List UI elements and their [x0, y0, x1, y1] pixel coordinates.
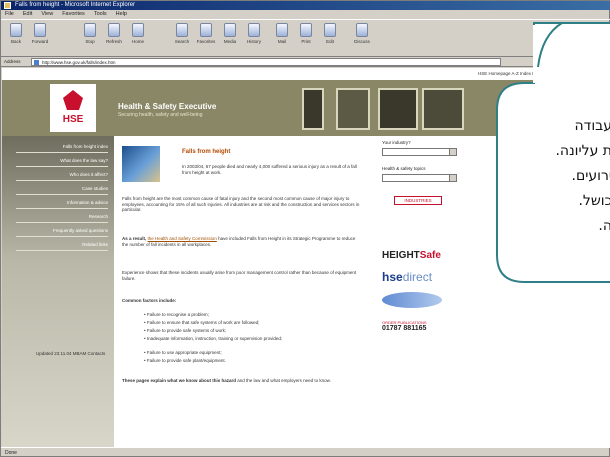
print-icon: [300, 23, 312, 37]
refresh-icon: [108, 23, 120, 37]
search-button[interactable]: Search: [171, 23, 193, 55]
forward-button[interactable]: Forward: [29, 23, 51, 55]
list-item: • Failure to provide safe systems of wor…: [144, 328, 227, 333]
dropdown-arrow-icon: [449, 175, 456, 181]
hse-logo-icon: [63, 90, 83, 110]
home-icon: [132, 23, 144, 37]
history-button[interactable]: History: [243, 23, 265, 55]
menu-view[interactable]: View: [41, 11, 53, 17]
sidebar-item-falls-index[interactable]: Falls from height index: [16, 144, 108, 153]
ie-icon: [4, 2, 11, 9]
stop-icon: [84, 23, 96, 37]
list-item: • Failure to provide safe plant/equipmen…: [144, 358, 226, 363]
list-item: • Failure to ensure that safe systems of…: [144, 320, 260, 325]
list-item: • Failure to recognise a problem;: [144, 312, 209, 317]
menu-tools[interactable]: Tools: [94, 11, 107, 17]
sidebar-item-affect[interactable]: Who does it affect?: [16, 172, 108, 181]
causes-title: Common factors include:: [122, 298, 177, 303]
sidebar-item-research[interactable]: Research: [16, 214, 108, 223]
address-url: http://www.hse.gov.uk/falls/index.htm: [42, 60, 116, 65]
heightsafe-logo[interactable]: HEIGHTSafe: [382, 250, 441, 261]
status-bar: Done: [1, 447, 610, 457]
hse-logo[interactable]: HSE: [50, 84, 96, 132]
mail-icon: [276, 23, 288, 37]
mail-button[interactable]: Mail: [271, 23, 293, 55]
sidebar-item-advice[interactable]: Information & advice: [16, 200, 108, 209]
banner-subtitle: Securing health, safety and well-being: [118, 112, 203, 118]
address-input[interactable]: http://www.hse.gov.uk/falls/index.htm: [31, 58, 501, 66]
sidebar-item-law[interactable]: What does the law say?: [16, 158, 108, 167]
discuss-button[interactable]: Discuss: [351, 23, 373, 55]
favorites-button[interactable]: Favorites: [195, 23, 217, 55]
right-column: Your industry? Health & safety topics IN…: [382, 140, 482, 380]
banner-photo-2: [336, 88, 370, 130]
updated-date: Updated 23.11.04 MBAM Contacts: [36, 351, 106, 356]
publications-phone: ORDER PUBLICATIONS 01787 881165: [382, 320, 427, 332]
hsedirect-logo[interactable]: hsedirect: [382, 270, 432, 284]
paragraph-2: As a result, the Health and Safety Commi…: [122, 236, 356, 247]
address-label: Address: [4, 59, 21, 64]
favorites-icon: [200, 23, 212, 37]
list-item: • Inadequate information, instruction, t…: [144, 336, 283, 341]
banner-title: Health & Safety Executive: [118, 102, 217, 111]
banner-photo-4: [422, 88, 464, 130]
title-bar: Falls from height - Microsoft Internet E…: [1, 1, 610, 10]
industries-button[interactable]: INDUSTRIES: [394, 196, 442, 205]
history-icon: [248, 23, 260, 37]
sidebar-item-related[interactable]: Related links: [16, 242, 108, 251]
topic-label: Health & safety topics: [382, 166, 426, 171]
worker-photo: [122, 146, 160, 182]
window-title: Falls from height - Microsoft Internet E…: [15, 2, 136, 8]
industry-select[interactable]: [382, 148, 457, 156]
forward-icon: [34, 23, 46, 37]
sidebar-item-faq[interactable]: Frequently asked questions: [16, 228, 108, 237]
media-button[interactable]: Media: [219, 23, 241, 55]
page-icon: [34, 60, 39, 65]
discuss-icon: [356, 23, 368, 37]
home-button[interactable]: Home: [127, 23, 149, 55]
footer-text: These pages explain what we know about t…: [122, 378, 331, 383]
refresh-button[interactable]: Refresh: [103, 23, 125, 55]
paragraph-3: Experience shows that these incidents us…: [122, 270, 357, 281]
page-title: Falls from height: [182, 149, 231, 155]
back-button[interactable]: Back: [5, 23, 27, 55]
sidebar-nav: Falls from height index What does the la…: [2, 136, 114, 447]
industry-label: Your industry?: [382, 140, 411, 145]
hsc-link[interactable]: the Health and Safety Commission: [148, 236, 217, 241]
sidebar-item-case-studies[interactable]: Case studies: [16, 186, 108, 195]
dropdown-arrow-icon: [449, 149, 456, 155]
banner-photo-1: [302, 88, 324, 130]
edit-icon: [324, 23, 336, 37]
main-content: Falls from height In 2003/04, 67 people …: [120, 140, 370, 445]
speech-callout: עבודה ת עליונה. ירועים. כושל. ה.: [494, 15, 610, 290]
intro-text: In 2003/04, 67 people died and nearly 4,…: [182, 164, 357, 175]
partner-logo[interactable]: [382, 292, 442, 308]
banner-photo-3: [378, 88, 418, 130]
menu-help[interactable]: Help: [116, 11, 127, 17]
stop-button[interactable]: Stop: [79, 23, 101, 55]
topic-select[interactable]: [382, 174, 457, 182]
edit-button[interactable]: Edit: [319, 23, 341, 55]
menu-file[interactable]: File: [5, 11, 14, 17]
menu-favorites[interactable]: Favorites: [62, 11, 85, 17]
paragraph-1: Falls from height are the most common ca…: [122, 196, 360, 213]
search-icon: [176, 23, 188, 37]
menu-edit[interactable]: Edit: [23, 11, 32, 17]
media-icon: [224, 23, 236, 37]
list-item: • Failure to use appropriate equipment;: [144, 350, 222, 355]
back-icon: [10, 23, 22, 37]
print-button[interactable]: Print: [295, 23, 317, 55]
callout-text: עבודה ת עליונה. ירועים. כושל. ה.: [555, 118, 610, 234]
